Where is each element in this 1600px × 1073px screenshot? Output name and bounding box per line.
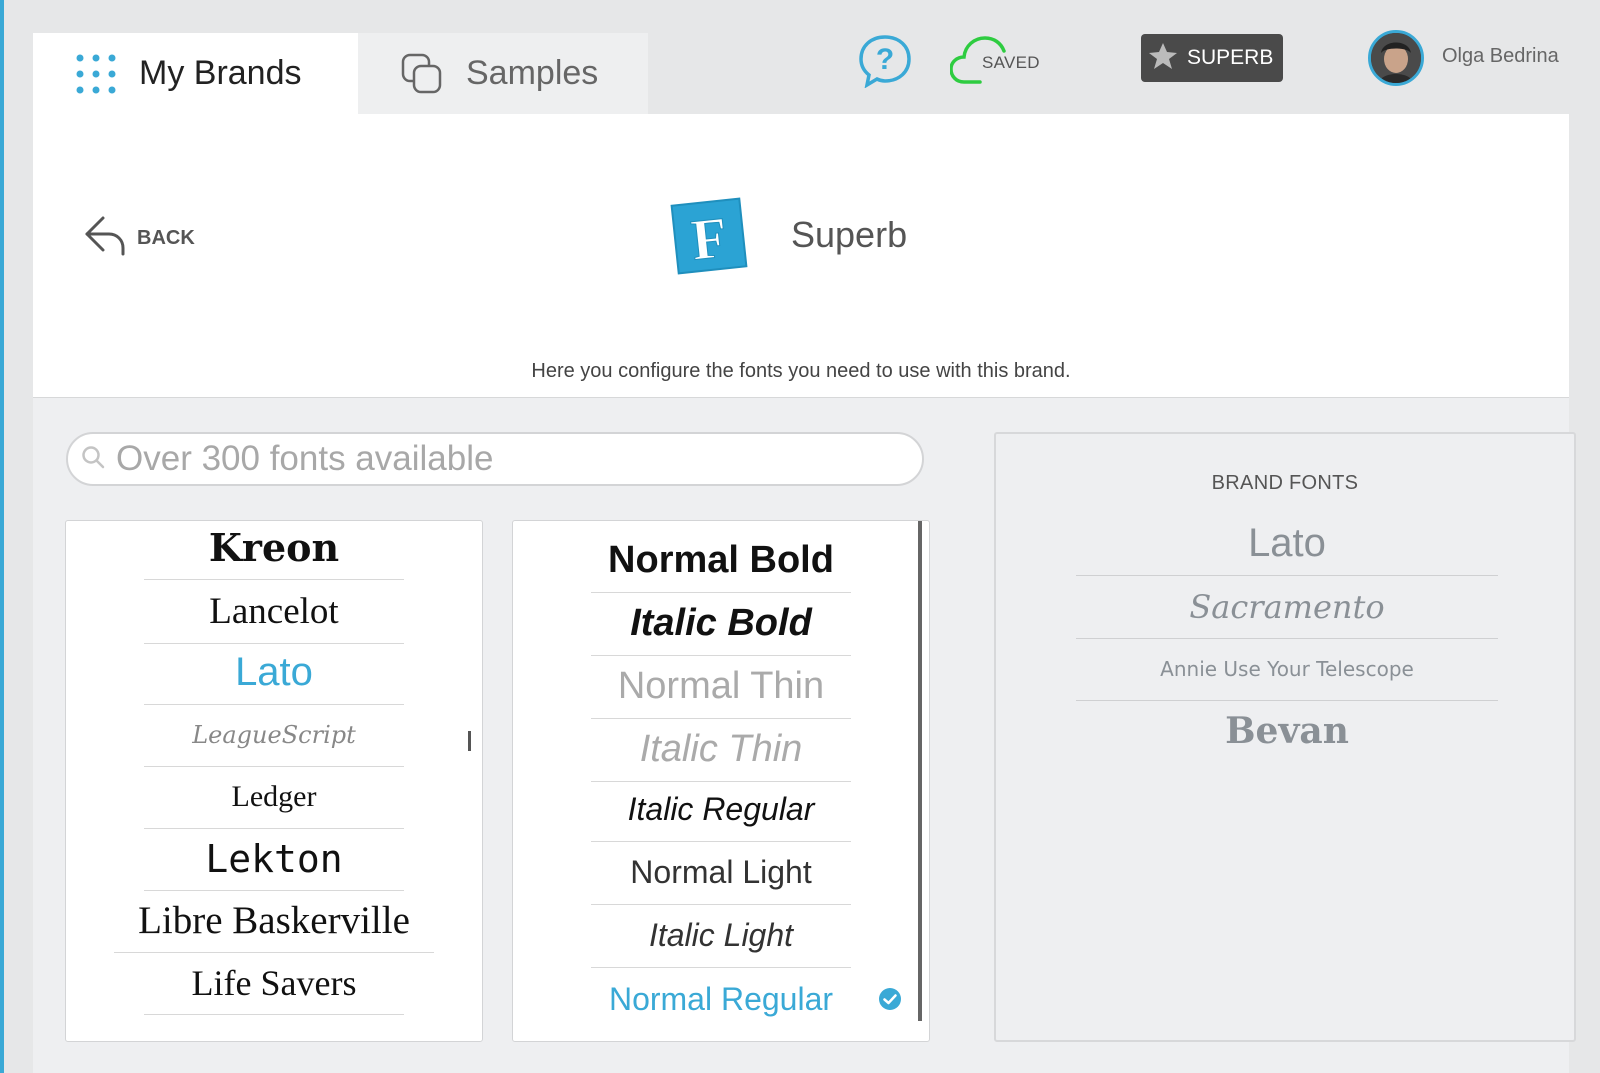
fonts-config-area: Kreon Lancelot Lato LeagueScript Ledger … [33,398,1576,1073]
star-icon [1147,40,1179,77]
tab-samples[interactable]: Samples [358,33,648,114]
font-family-item-leaguescript[interactable]: LeagueScript [144,703,404,767]
plan-badge[interactable]: SUPERB [1141,34,1283,82]
brand-fonts-title: BRAND FONTS [1211,472,1359,494]
font-style-item-italic-regular[interactable]: Italic Regular [591,778,851,842]
font-style-list[interactable]: Normal Bold Italic Bold Normal Thin Ital… [512,520,930,1042]
font-family-scrollbar[interactable] [468,731,471,751]
tab-my-brands[interactable]: My Brands [33,33,358,114]
brand-header: BACK F Superb Here you configure the fon… [33,114,1569,398]
brand-font-item-bevan[interactable]: Bevan [1076,699,1498,763]
font-family-item-lato[interactable]: Lato [144,641,404,705]
font-family-item-ledger[interactable]: Ledger [144,765,404,829]
copy-icon [400,52,444,96]
brand-font-item-sacramento[interactable]: Sacramento [1076,575,1498,639]
saved-status: SAVED [982,53,1040,72]
tab-samples-label: Samples [466,54,599,92]
brand-font-item-annie-use-your-telescope[interactable]: Annie Use Your Telescope [1076,637,1498,701]
search-input[interactable] [116,439,896,479]
font-style-item-normal-bold[interactable]: Normal Bold [591,529,851,593]
svg-text:?: ? [876,43,894,76]
window-left-edge [0,0,4,1073]
brand-fonts-panel: BRAND FONTS Lato Sacramento Annie Use Yo… [994,432,1576,1042]
font-search[interactable] [66,432,924,486]
font-style-item-italic-bold[interactable]: Italic Bold [591,592,851,656]
font-style-item-italic-thin[interactable]: Italic Thin [591,718,851,782]
font-family-item-lancelot[interactable]: Lancelot [144,580,404,644]
font-style-item-italic-light[interactable]: Italic Light [591,904,851,968]
font-family-item-lekton[interactable]: Lekton [144,827,404,891]
back-button[interactable]: BACK [83,214,195,263]
font-style-item-normal-regular[interactable]: Normal Regular [591,967,851,1031]
font-family-item-life-savers[interactable]: Life Savers [144,951,404,1015]
font-style-scrollbar[interactable] [918,521,922,1021]
font-family-item-kreon[interactable]: Kreon [144,521,404,580]
brand-logo-icon: F [669,196,748,275]
search-icon [80,444,106,475]
top-bar: My Brands Samples ? SAVED SUPERB Olga Be… [0,0,1600,114]
back-arrow-icon [83,214,127,263]
user-name[interactable]: Olga Bedrina [1442,45,1559,68]
header-description: Here you configure the fonts you need to… [531,360,1071,382]
font-family-list[interactable]: Kreon Lancelot Lato LeagueScript Ledger … [65,520,483,1042]
tab-my-brands-label: My Brands [139,54,302,92]
font-style-item-normal-thin[interactable]: Normal Thin [591,655,851,719]
avatar[interactable] [1368,30,1424,86]
plan-label: SUPERB [1187,46,1274,69]
font-style-item-normal-light[interactable]: Normal Light [591,841,851,905]
brand-font-item-lato[interactable]: Lato [1076,512,1498,576]
brand-logo-letter: F [688,204,730,272]
help-icon[interactable]: ? [858,34,912,89]
back-label: BACK [137,227,195,249]
checkmark-icon [878,987,902,1016]
font-family-item-libre-baskerville[interactable]: Libre Baskerville [114,889,434,953]
grid-dots-icon [75,53,117,95]
brand-name: Superb [791,214,908,255]
